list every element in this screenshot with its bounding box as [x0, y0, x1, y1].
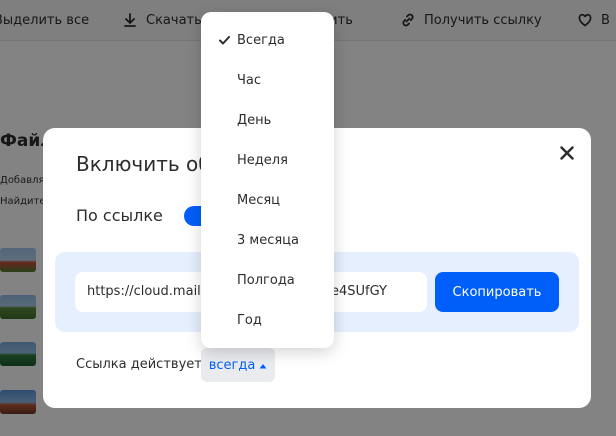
- expires-select[interactable]: всегда: [201, 348, 275, 382]
- expires-dropdown: Всегда Час День Неделя Месяц 3 месяца По…: [201, 12, 334, 348]
- share-url-end: e4SUfGY: [331, 284, 387, 299]
- dropdown-option-label: Всегда: [237, 32, 285, 48]
- dropdown-option[interactable]: Месяц: [201, 180, 334, 220]
- dropdown-option[interactable]: Всегда: [201, 20, 334, 60]
- copy-button[interactable]: Скопировать: [435, 272, 559, 312]
- dropdown-option[interactable]: День: [201, 100, 334, 140]
- expires-value: всегда: [208, 357, 256, 373]
- dropdown-option-label: День: [237, 112, 272, 128]
- check-icon: [218, 34, 230, 46]
- caret-up-icon: [259, 358, 267, 373]
- dropdown-option[interactable]: 3 месяца: [201, 220, 334, 260]
- dropdown-option-label: Месяц: [237, 192, 281, 208]
- dropdown-option-label: Полгода: [237, 272, 295, 288]
- dropdown-option-label: 3 месяца: [237, 232, 299, 248]
- dropdown-option[interactable]: Год: [201, 300, 334, 340]
- share-url-start: https://cloud.mail: [87, 284, 201, 299]
- expires-label: Ссылка действует: [76, 357, 202, 372]
- dropdown-option-label: Час: [237, 72, 262, 88]
- dropdown-option[interactable]: Полгода: [201, 260, 334, 300]
- dropdown-option-label: Неделя: [237, 152, 288, 168]
- dropdown-option[interactable]: Неделя: [201, 140, 334, 180]
- close-button[interactable]: [556, 143, 578, 165]
- dropdown-option[interactable]: Час: [201, 60, 334, 100]
- dropdown-option-label: Год: [237, 312, 262, 328]
- close-icon: [560, 145, 574, 164]
- by-link-label: По ссылке: [76, 206, 163, 225]
